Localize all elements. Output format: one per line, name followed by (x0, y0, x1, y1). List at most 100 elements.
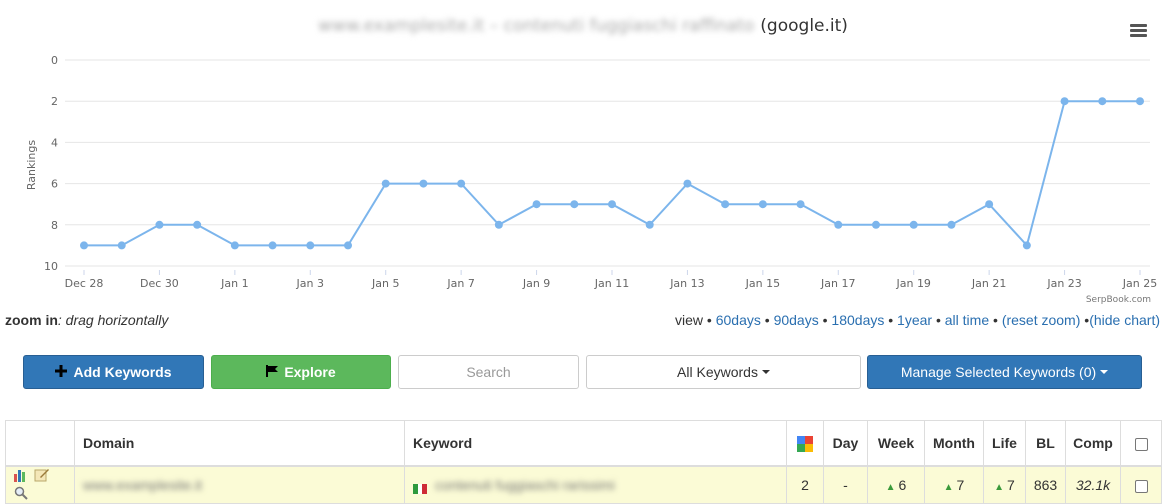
data-point[interactable] (909, 220, 918, 229)
comp-header[interactable]: Comp (1065, 420, 1121, 467)
view-1year-link[interactable]: 1year (897, 312, 932, 328)
data-point[interactable] (306, 241, 315, 250)
view-90days-link[interactable]: 90days (774, 312, 819, 328)
plus-icon (55, 364, 68, 380)
month-header[interactable]: Month (924, 420, 984, 467)
explore-button[interactable]: Explore (211, 355, 391, 389)
row-life-value: 7 (1007, 476, 1015, 493)
row-keyword: contenuti fuggiaschi rarissimi (404, 465, 787, 504)
caret-down-icon (761, 370, 770, 374)
view-all-time-link[interactable]: all time (945, 312, 989, 328)
row-month: ▲ 7 (924, 465, 984, 504)
data-point[interactable] (80, 241, 88, 250)
day-header[interactable]: Day (823, 420, 868, 467)
data-point[interactable] (645, 220, 654, 229)
data-point[interactable] (532, 200, 541, 209)
data-point[interactable] (608, 200, 616, 209)
data-point[interactable] (683, 179, 692, 188)
chart-credit[interactable]: SerpBook.com (1086, 295, 1151, 305)
row-comp-value: 32.1k (1075, 476, 1111, 493)
data-point[interactable] (947, 220, 956, 229)
data-point[interactable] (381, 179, 390, 188)
reset-zoom-link[interactable]: (reset zoom) (1002, 312, 1081, 328)
x-tick-label: Jan 3 (296, 277, 324, 290)
data-point[interactable] (1098, 97, 1107, 106)
arrow-up-icon: ▲ (994, 481, 1005, 493)
view-180days-link[interactable]: 180days (831, 312, 884, 328)
table-row[interactable]: www.examplesite.it contenuti fuggiaschi … (5, 465, 1162, 504)
data-point[interactable] (419, 179, 428, 188)
data-point[interactable] (230, 241, 239, 250)
all-keywords-dropdown[interactable]: All Keywords (586, 355, 861, 389)
data-point[interactable] (1022, 241, 1031, 250)
week-header[interactable]: Week (867, 420, 925, 467)
x-tick-label: Jan 7 (446, 277, 474, 290)
zoom-hint-text: : drag horizontally (57, 312, 169, 328)
life-header[interactable]: Life (983, 420, 1026, 467)
data-point[interactable] (872, 220, 880, 229)
view-60days-link[interactable]: 60days (716, 312, 761, 328)
row-comp: 32.1k (1065, 465, 1121, 504)
row-select (1120, 465, 1162, 504)
rankings-chart[interactable]: 0 2 4 6 8 10 Dec 28 Dec 30 Jan 1 Jan 3 Jan 5 Jan 7… (0, 40, 1166, 295)
y-axis-ticks: 0 2 4 6 8 10 (44, 54, 58, 273)
view-prefix: view • (675, 312, 712, 328)
data-point[interactable] (344, 241, 352, 250)
y-tick-label: 10 (44, 260, 58, 273)
rankings-series-points (80, 97, 1144, 250)
domain-header[interactable]: Domain (74, 420, 405, 467)
row-bl: 863 (1025, 465, 1066, 504)
flag-icon (266, 364, 279, 380)
row-life: ▲ 7 (983, 465, 1026, 504)
add-keywords-button[interactable]: Add Keywords (23, 355, 204, 389)
data-point[interactable] (1136, 97, 1144, 106)
google-icon (797, 435, 813, 452)
data-point[interactable] (457, 179, 466, 188)
google-rank-header[interactable] (786, 420, 824, 467)
arrow-up-icon: ▲ (885, 481, 896, 493)
data-point[interactable] (268, 241, 277, 250)
row-actions (5, 465, 75, 504)
rankings-series-line (84, 100, 1140, 248)
row-day: - (823, 465, 868, 504)
x-tick-label: Dec 28 (65, 277, 104, 290)
magnifier-icon[interactable] (14, 486, 28, 503)
y-tick-label: 6 (51, 178, 58, 191)
row-select-checkbox[interactable] (1134, 479, 1148, 493)
y-tick-label: 4 (51, 136, 58, 149)
select-all-checkbox[interactable] (1134, 437, 1148, 451)
x-tick-label: Jan 23 (1046, 277, 1081, 290)
data-point[interactable] (721, 200, 730, 209)
keywords-table: Domain Keyword Day Week Month Life BL Co… (5, 420, 1162, 504)
bar-chart-icon[interactable] (14, 468, 28, 485)
search-input[interactable] (398, 355, 579, 389)
edit-note-icon[interactable] (34, 468, 50, 485)
manage-selected-keywords-dropdown[interactable]: Manage Selected Keywords (0) (867, 355, 1142, 389)
data-point[interactable] (494, 220, 503, 229)
keyword-header[interactable]: Keyword (404, 420, 787, 467)
data-point[interactable] (570, 200, 579, 209)
all-keywords-label: All Keywords (677, 364, 758, 380)
add-keywords-label: Add Keywords (73, 364, 172, 380)
x-tick-label: Jan 25 (1122, 277, 1157, 290)
x-tick-label: Jan 13 (669, 277, 704, 290)
hide-chart-link[interactable]: (hide chart) (1089, 312, 1160, 328)
x-tick-label: Jan 9 (522, 277, 550, 290)
view-range-links: view • 60days • 90days • 180days • 1year… (675, 312, 1160, 328)
x-tick-label: Jan 19 (895, 277, 930, 290)
bl-header[interactable]: BL (1025, 420, 1066, 467)
data-point[interactable] (796, 200, 805, 209)
x-tick-label: Jan 11 (594, 277, 629, 290)
x-tick-label: Jan 1 (220, 277, 248, 290)
data-point[interactable] (758, 200, 767, 209)
data-point[interactable] (193, 220, 202, 229)
row-week: ▲ 6 (867, 465, 925, 504)
data-point[interactable] (155, 220, 164, 229)
hamburger-menu-icon[interactable] (1130, 24, 1147, 38)
data-point[interactable] (985, 200, 994, 209)
data-point[interactable] (1060, 97, 1069, 106)
data-point[interactable] (834, 220, 843, 229)
row-keyword-text: contenuti fuggiaschi rarissimi (435, 476, 615, 493)
data-point[interactable] (117, 241, 126, 250)
x-tick-label: Dec 30 (140, 277, 179, 290)
